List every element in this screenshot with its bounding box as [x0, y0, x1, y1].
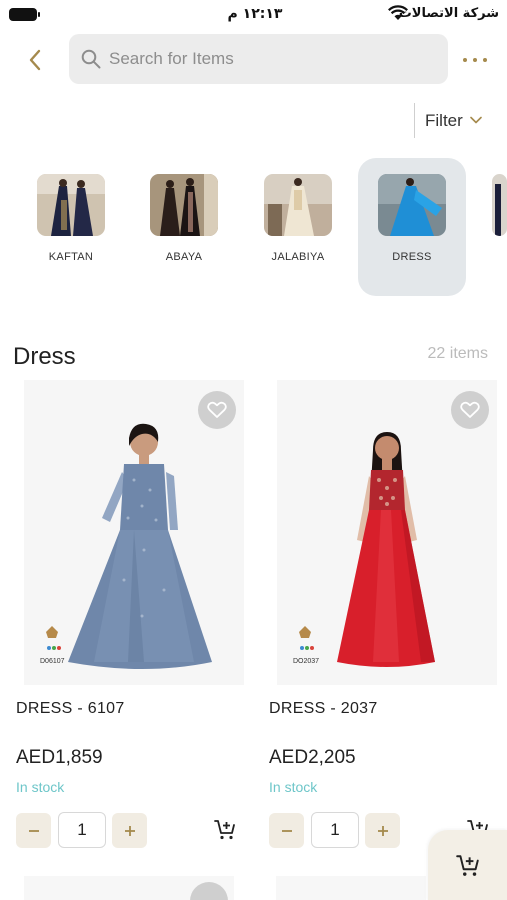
product-price: AED1,859	[16, 747, 103, 768]
category-label: KAFTAN	[48, 251, 94, 263]
product-name[interactable]: DRESS - 2037	[269, 700, 378, 718]
category-label: DRESS	[392, 251, 432, 263]
add-to-cart-icon[interactable]	[213, 818, 237, 842]
product-image[interactable]: DO2037	[277, 380, 497, 685]
item-count: 22 items	[427, 345, 488, 362]
svg-text:D06107: D06107	[40, 658, 65, 665]
category-carousel[interactable]: KAFTAN ABAYA JALABIYA DRESS	[0, 158, 507, 298]
chevron-left-icon	[29, 49, 41, 71]
minus-icon	[281, 829, 292, 832]
plus-icon	[124, 825, 135, 836]
section-title: Dress	[13, 343, 76, 370]
increase-quantity-button[interactable]	[112, 813, 147, 848]
decrease-quantity-button[interactable]	[16, 813, 51, 848]
category-thumbnail	[492, 174, 507, 236]
category-jalabiya[interactable]: JALABIYA	[244, 158, 352, 296]
category-kaftan[interactable]: KAFTAN	[17, 158, 125, 296]
product-card[interactable]: DO2037 DRESS - 2037 AED2,205 In stock	[269, 380, 505, 860]
stock-status: In stock	[16, 779, 65, 795]
cart-icon	[456, 855, 479, 876]
heart-icon	[207, 401, 227, 418]
wishlist-button[interactable]	[451, 391, 489, 429]
filter-label: Filter	[425, 111, 463, 130]
battery-icon	[9, 8, 40, 21]
more-horizontal-icon	[463, 58, 467, 62]
cart-button[interactable]	[428, 830, 507, 900]
category-dress[interactable]: DRESS	[358, 158, 466, 296]
heart-icon	[460, 401, 480, 418]
status-time: ١٢:١٣ م	[227, 6, 283, 22]
svg-text:DO2037: DO2037	[293, 658, 319, 665]
search-input[interactable]	[109, 49, 429, 69]
category-more[interactable]	[478, 158, 507, 296]
next-product-image[interactable]	[276, 876, 426, 900]
category-thumbnail	[378, 174, 446, 236]
filter-button[interactable]: Filter	[425, 106, 495, 136]
category-abaya[interactable]: ABAYA	[130, 158, 238, 296]
increase-quantity-button[interactable]	[365, 813, 400, 848]
category-thumbnail	[264, 174, 332, 236]
carrier-name: شركة الاتصالات	[398, 6, 499, 21]
category-label: ABAYA	[165, 251, 203, 263]
divider	[414, 103, 415, 138]
wishlist-button[interactable]	[198, 391, 236, 429]
product-name[interactable]: DRESS - 6107	[16, 700, 125, 718]
category-thumbnail	[150, 174, 218, 236]
product-price: AED2,205	[269, 747, 356, 768]
product-image[interactable]: D06107	[24, 380, 244, 685]
search-icon	[81, 49, 101, 69]
status-bar: ١٢:١٣ م شركة الاتصالات	[0, 0, 507, 30]
category-thumbnail	[37, 174, 105, 236]
more-options-button[interactable]	[460, 50, 490, 70]
quantity-input[interactable]	[58, 812, 106, 848]
back-button[interactable]	[20, 44, 50, 76]
plus-icon	[377, 825, 388, 836]
search-bar[interactable]	[69, 34, 448, 84]
chevron-down-icon	[469, 116, 482, 124]
decrease-quantity-button[interactable]	[269, 813, 304, 848]
product-card[interactable]: D06107 DRESS - 6107 AED1,859 In stock	[16, 380, 252, 860]
stock-status: In stock	[269, 779, 318, 795]
quantity-input[interactable]	[311, 812, 359, 848]
minus-icon	[28, 829, 39, 832]
category-label: JALABIYA	[271, 251, 325, 263]
quantity-stepper[interactable]	[16, 812, 252, 848]
